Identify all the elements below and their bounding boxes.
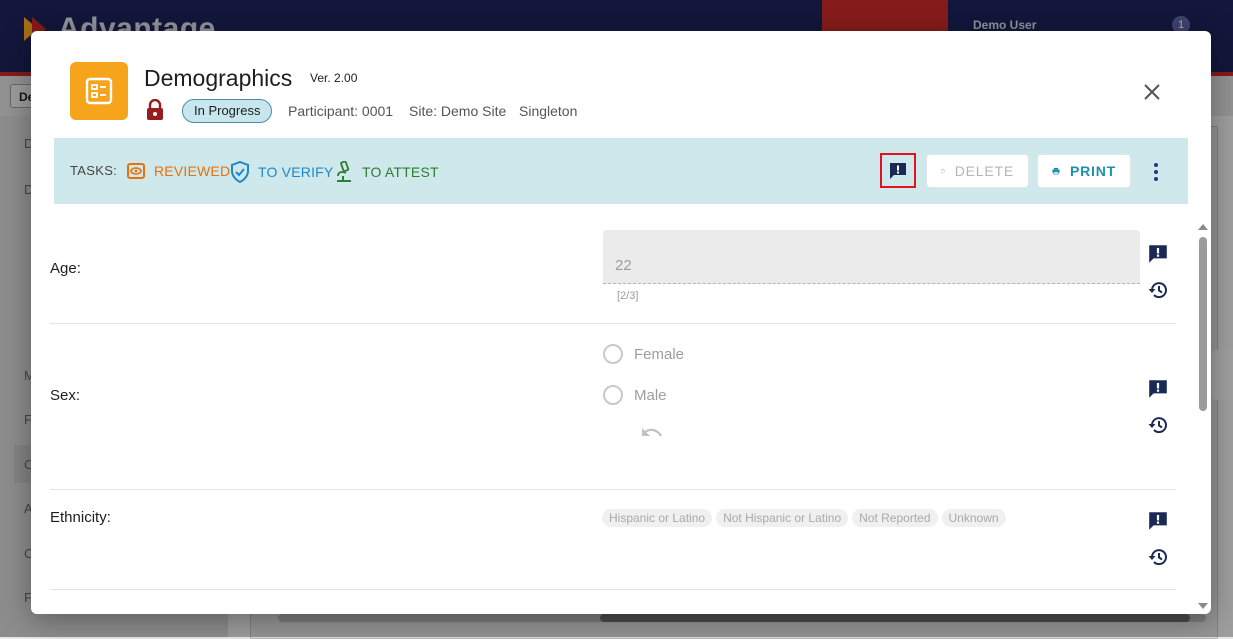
participant-id: Participant: 0001 — [288, 103, 394, 119]
ethnicity-option[interactable]: Not Hispanic or Latino — [716, 509, 849, 527]
history-icon[interactable] — [1147, 414, 1169, 436]
history-icon[interactable] — [1147, 546, 1169, 568]
field-row-sex: Sex: Female Male — [50, 323, 1176, 490]
undo-icon[interactable] — [640, 427, 664, 441]
task-to-attest[interactable]: TO ATTEST — [334, 161, 439, 183]
age-value: 22 — [615, 257, 632, 274]
site-name: Site: Demo Site — [409, 103, 507, 119]
more-vert-icon[interactable] — [1148, 160, 1164, 184]
age-input[interactable]: 22 — [603, 230, 1140, 284]
eye-icon — [127, 163, 145, 179]
radio-circle[interactable] — [603, 385, 623, 405]
ethnicity-options: Hispanic or Latino Not Hispanic or Latin… — [602, 509, 1006, 527]
add-query-button[interactable] — [880, 153, 916, 188]
field-label-sex: Sex: — [50, 387, 81, 404]
dialog-title: Demographics — [144, 65, 293, 91]
ethnicity-option[interactable]: Hispanic or Latino — [602, 509, 713, 527]
comment-alert-icon — [890, 162, 906, 179]
microscope-icon — [337, 161, 351, 182]
trash-icon — [941, 168, 945, 174]
radio-circle[interactable] — [603, 344, 623, 364]
task-reviewed-label: REVIEWED — [154, 163, 231, 179]
task-to-attest-label: TO ATTEST — [362, 164, 439, 180]
radio-female[interactable]: Female — [603, 344, 684, 364]
radio-female-label: Female — [634, 345, 685, 363]
tasks-bar: TASKS: REVIEWED TO VERIFY TO ATTEST DELE… — [54, 138, 1188, 204]
status-badge: In Progress — [182, 99, 273, 123]
field-label-age: Age: — [50, 260, 81, 277]
scroll-up-icon[interactable] — [1198, 224, 1208, 230]
task-reviewed[interactable]: REVIEWED — [126, 161, 230, 181]
history-icon[interactable] — [1147, 279, 1169, 301]
close-icon[interactable] — [1141, 81, 1163, 103]
vertical-scroll-thumb[interactable] — [1199, 237, 1207, 411]
tasks-label: TASKS: — [70, 163, 118, 178]
group-name: Singleton — [519, 103, 578, 119]
radio-male-label: Male — [634, 386, 667, 404]
field-row-age: Age: 22 [2/3] — [50, 223, 1176, 324]
comment-alert-icon[interactable] — [1147, 510, 1169, 532]
ethnicity-option[interactable]: Not Reported — [852, 509, 938, 527]
ethnicity-option[interactable]: Unknown — [941, 509, 1006, 527]
field-label-ethnicity: Ethnicity: — [50, 509, 111, 526]
task-to-verify-label: TO VERIFY — [258, 164, 334, 180]
char-counter: [2/3] — [617, 290, 639, 302]
form-content[interactable]: Age: 22 [2/3] Sex: Female Male Ethnicity… — [50, 223, 1176, 614]
demographics-dialog: Demographics Ver. 2.00 In Progress Parti… — [31, 31, 1211, 614]
delete-button[interactable]: DELETE — [926, 154, 1029, 188]
shield-check-icon — [231, 161, 249, 183]
form-version: Ver. 2.00 — [310, 71, 358, 85]
print-label: PRINT — [1070, 163, 1116, 179]
scroll-down-icon[interactable] — [1198, 603, 1208, 609]
printer-icon — [1052, 167, 1060, 175]
lock-icon — [147, 99, 163, 120]
comment-alert-icon[interactable] — [1147, 243, 1169, 265]
form-list-icon — [70, 62, 128, 120]
radio-male[interactable]: Male — [603, 385, 667, 405]
field-row-ethnicity: Ethnicity: Hispanic or Latino Not Hispan… — [50, 489, 1176, 590]
comment-alert-icon[interactable] — [1147, 378, 1169, 400]
delete-label: DELETE — [954, 163, 1014, 179]
task-to-verify[interactable]: TO VERIFY — [230, 161, 333, 183]
print-button[interactable]: PRINT — [1037, 154, 1131, 188]
